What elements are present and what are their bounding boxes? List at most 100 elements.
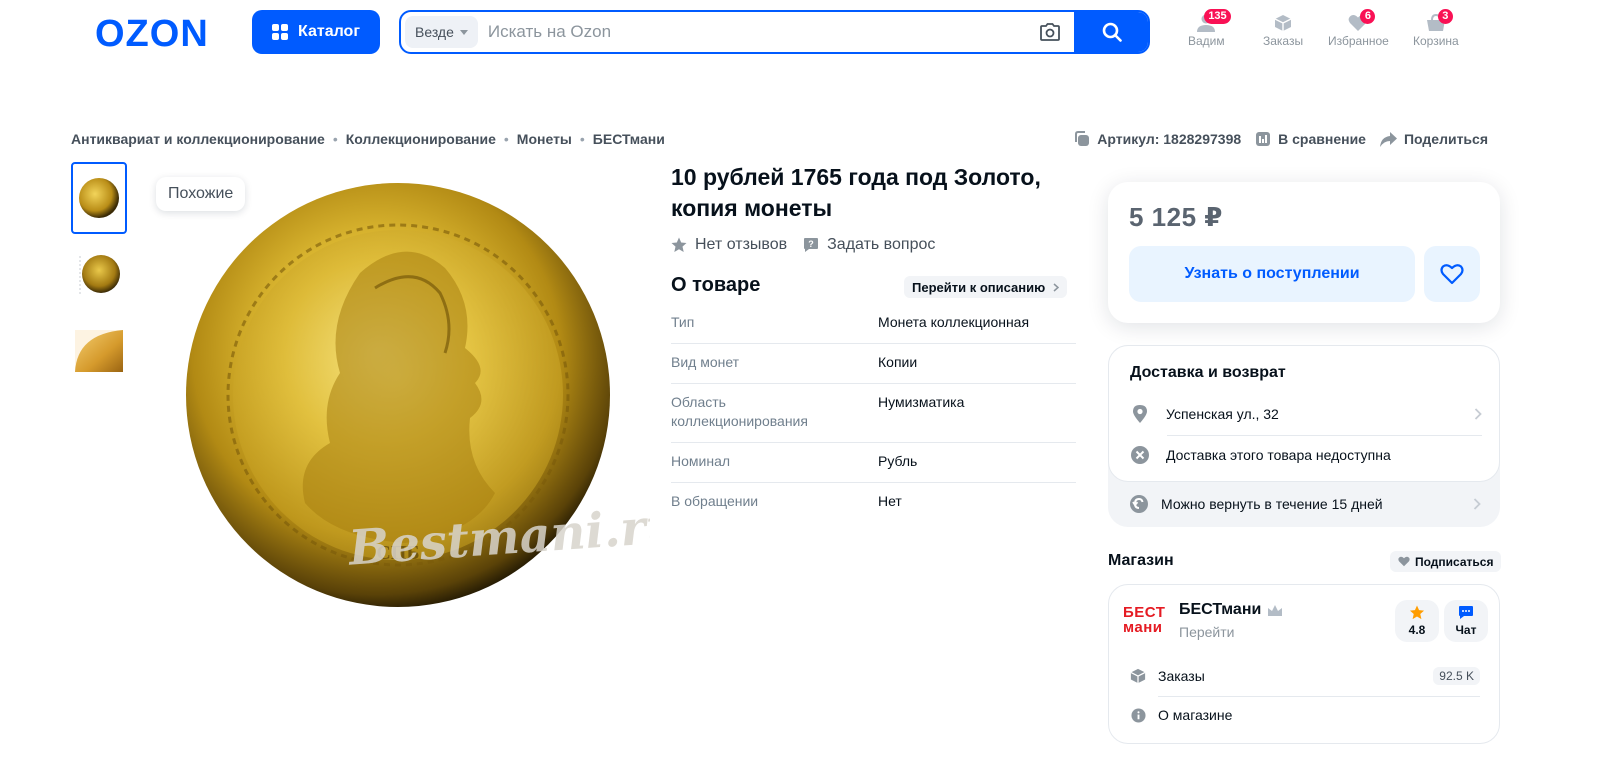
shop-logo-line: мани — [1123, 619, 1163, 636]
shop-rating-value: 4.8 — [1408, 623, 1426, 637]
reviews-link[interactable]: Нет отзывов — [671, 236, 787, 254]
box-icon — [1130, 668, 1146, 684]
share-label: Поделиться — [1403, 131, 1488, 147]
goto-description-button[interactable]: Перейти к описанию — [904, 276, 1068, 298]
search-button[interactable] — [1074, 12, 1148, 52]
chevron-right-icon — [1473, 498, 1481, 510]
gallery-thumbnail[interactable] — [71, 314, 127, 386]
product-meta-actions: Артикул: 1828297398 В сравнение Поделить… — [1074, 131, 1488, 147]
spec-key: Вид монет — [671, 354, 740, 370]
subscribe-label: Подписаться — [1415, 554, 1494, 569]
shop-about-row[interactable]: О магазине — [1130, 707, 1480, 723]
shop-go-link[interactable]: Перейти — [1179, 624, 1234, 640]
search-bar: Везде — [399, 10, 1150, 54]
coin-thumbnail-image — [79, 178, 119, 218]
goto-description-label: Перейти к описанию — [912, 279, 1046, 295]
share-icon — [1379, 131, 1397, 147]
shop-chat-button[interactable]: Чат — [1444, 600, 1488, 642]
catalog-button[interactable]: Каталог — [252, 10, 380, 54]
delivery-address: Успенская ул., 32 — [1166, 406, 1279, 422]
notify-arrival-label: Узнать о поступлении — [1184, 265, 1360, 282]
shop-rating[interactable]: 4.8 — [1395, 600, 1439, 642]
spec-value: Копии — [878, 354, 918, 370]
spec-row: Область коллекционирования Нумизматика — [671, 384, 1076, 443]
spec-key: Тип — [671, 314, 695, 330]
about-heading: О товаре — [671, 274, 761, 296]
grid-icon — [272, 24, 288, 40]
spec-key: Область коллекционирования — [671, 394, 808, 429]
delivery-unavailable-row: Доставка этого товара недоступна — [1130, 445, 1482, 465]
ask-question-label: Задать вопрос — [827, 236, 936, 253]
search-scope-label: Везде — [415, 24, 454, 40]
favorites-label: Избранное — [1328, 34, 1389, 48]
favorites-badge: 6 — [1360, 9, 1376, 24]
divider — [1167, 435, 1482, 436]
similar-label: Похожие — [168, 185, 234, 202]
star-icon — [1409, 605, 1425, 620]
cart-label: Корзина — [1413, 34, 1459, 48]
star-icon — [671, 237, 687, 252]
article-number: Артикул: 1828297398 — [1097, 131, 1242, 147]
location-pin-icon — [1133, 405, 1147, 423]
question-bubble-icon: ? — [804, 238, 819, 252]
ozon-logo[interactable]: OZON — [95, 13, 229, 53]
breadcrumb-item[interactable]: Антиквариат и коллекционирование — [71, 131, 325, 147]
specs-table: Тип Монета коллекционная Вид монет Копии… — [671, 304, 1076, 522]
shop-name-row[interactable]: БЕСТмани — [1179, 601, 1283, 619]
return-policy-row[interactable]: Можно вернуть в течение 15 дней — [1129, 494, 1481, 514]
notify-arrival-button[interactable]: Узнать о поступлении — [1129, 246, 1415, 302]
spec-value: Нумизматика — [878, 394, 965, 410]
spec-row: Вид монет Копии — [671, 344, 1076, 384]
header-cart[interactable]: 3 Корзина — [1413, 9, 1459, 48]
ask-question-link[interactable]: ? Задать вопрос — [803, 236, 935, 254]
divider — [1158, 696, 1480, 697]
shop-name: БЕСТмани — [1179, 601, 1262, 618]
gallery-thumbnail[interactable] — [71, 162, 127, 234]
return-policy: Можно вернуть в течение 15 дней — [1161, 496, 1383, 512]
coin-thumbnail-image — [79, 255, 120, 294]
shop-chat-label: Чат — [1455, 623, 1477, 637]
similar-products-button[interactable]: Похожие — [156, 177, 246, 211]
spec-row: В обращении Нет — [671, 483, 1076, 522]
breadcrumb-item[interactable]: Монеты — [517, 131, 572, 147]
cross-circle-icon — [1131, 446, 1149, 464]
header-favorites[interactable]: 6 Избранное — [1328, 9, 1389, 48]
shop-logo-line: БЕСТ — [1123, 604, 1166, 621]
chevron-right-icon — [1474, 408, 1482, 420]
camera-icon[interactable] — [1038, 20, 1062, 44]
heart-outline-icon — [1440, 264, 1464, 285]
subscribe-button[interactable]: Подписаться — [1390, 551, 1502, 572]
product-title: 10 рублей 1765 года под Золото, копия мо… — [671, 164, 1041, 221]
heart-icon — [1398, 556, 1410, 567]
header-profile[interactable]: 135 Вадим — [1188, 9, 1231, 48]
spec-key: Номинал — [671, 453, 731, 469]
add-to-favorites-button[interactable] — [1424, 246, 1480, 302]
price: 5 125 ₽ — [1129, 202, 1223, 232]
delivery-heading: Доставка и возврат — [1130, 364, 1286, 381]
shop-heading: Магазин — [1108, 552, 1174, 569]
search-input[interactable] — [477, 12, 1038, 52]
breadcrumb-item[interactable]: БЕСТмани — [593, 131, 665, 147]
breadcrumb-item[interactable]: Коллекционирование — [346, 131, 496, 147]
gallery-thumbnail[interactable] — [71, 238, 127, 310]
search-scope-select[interactable]: Везде — [405, 16, 478, 48]
breadcrumb-separator: • — [579, 131, 585, 147]
logo-text: OZON — [95, 13, 209, 53]
shop-logo[interactable]: БЕСТ мани — [1123, 605, 1169, 637]
shop-orders-count: 92.5 K — [1433, 667, 1480, 685]
spec-value: Нет — [878, 493, 902, 509]
breadcrumb: Антиквариат и коллекционирование • Колле… — [71, 131, 665, 147]
crown-icon — [1268, 604, 1283, 616]
search-icon — [1102, 22, 1122, 42]
copy-icon — [1075, 131, 1090, 146]
compare-button[interactable]: В сравнение — [1255, 131, 1366, 147]
chevron-right-icon — [1053, 282, 1060, 292]
shop-orders-row[interactable]: Заказы 92.5 K — [1130, 667, 1480, 685]
return-icon — [1130, 495, 1148, 513]
header-orders[interactable]: Заказы — [1263, 12, 1303, 48]
box-icon — [1274, 15, 1292, 31]
share-button[interactable]: Поделиться — [1379, 131, 1488, 147]
article-copy[interactable]: Артикул: 1828297398 — [1074, 131, 1241, 147]
product-main-image[interactable]: СПБ Bestmani.ru — [145, 163, 650, 633]
delivery-address-row[interactable]: Успенская ул., 32 — [1130, 404, 1482, 424]
